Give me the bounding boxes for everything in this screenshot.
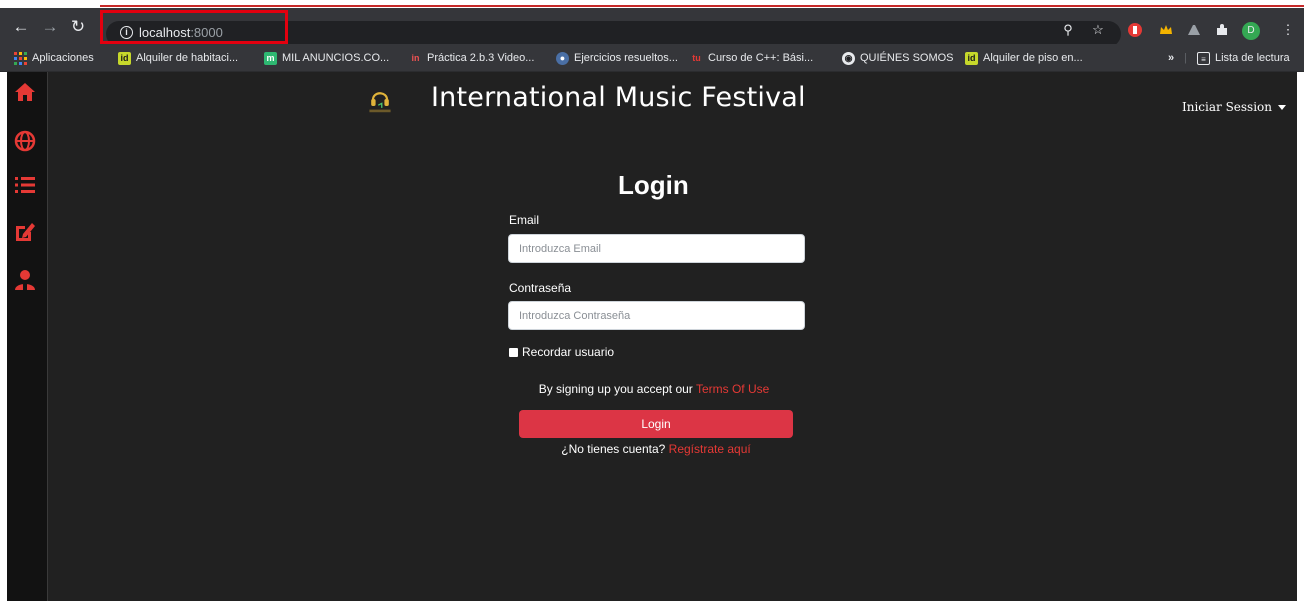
festival-logo[interactable] xyxy=(365,84,395,114)
bookmark-label: Alquiler de piso en... xyxy=(983,52,1083,64)
bookmark-item[interactable]: m MIL ANUNCIOS.CO... xyxy=(264,50,389,66)
bookmark-item[interactable]: ● Ejercicios resueltos... xyxy=(556,50,678,66)
idealista-icon: id xyxy=(965,51,978,65)
email-field[interactable] xyxy=(508,234,805,263)
bookmark-label: Aplicaciones xyxy=(32,52,94,64)
crown-extension-icon[interactable] xyxy=(1158,22,1174,38)
forward-arrow-icon[interactable]: → xyxy=(39,16,61,38)
tutorial-icon: tu xyxy=(692,52,701,63)
udemy-icon: in xyxy=(411,52,420,63)
url-highlight-box xyxy=(100,10,288,44)
bookmarks-overflow-button[interactable]: » xyxy=(1168,50,1174,66)
reading-list-button[interactable]: ≡ Lista de lectura xyxy=(1197,50,1290,66)
terms-link[interactable]: Terms Of Use xyxy=(696,382,769,396)
bookmark-label: Curso de C++: Bási... xyxy=(708,52,814,64)
login-heading: Login xyxy=(618,170,689,200)
home-icon[interactable] xyxy=(13,80,37,104)
bookmark-label: QUIÉNES SOMOS xyxy=(860,52,954,64)
register-link[interactable]: Regístrate aquí xyxy=(669,442,751,456)
window-left-edge xyxy=(0,72,7,601)
bookmark-label: Alquiler de habitaci... xyxy=(136,52,239,64)
reload-icon[interactable]: ↻ xyxy=(67,16,89,38)
app-viewport: International Music Festival Iniciar Ses… xyxy=(0,72,1304,601)
register-prefix: ¿No tienes cuenta? xyxy=(561,442,666,456)
vpn-extension-icon[interactable] xyxy=(1186,22,1202,38)
caret-down-icon xyxy=(1278,104,1286,110)
idealista-icon: id xyxy=(118,51,131,65)
back-arrow-icon[interactable]: ← xyxy=(10,16,32,38)
globe-icon[interactable] xyxy=(13,129,37,153)
bookmark-label: MIL ANUNCIOS.CO... xyxy=(282,52,390,64)
browser-toolbar: ← → ↻ i localhost:8000 ⚲ ☆ D ⋮ xyxy=(0,8,1304,47)
window-right-edge xyxy=(1297,72,1304,601)
extensions-puzzle-icon[interactable] xyxy=(1214,22,1230,38)
password-label: Contraseña xyxy=(509,281,572,295)
login-dropdown[interactable]: Iniciar Session xyxy=(1182,100,1286,114)
globe-dark-icon: ◉ xyxy=(842,51,855,65)
login-dropdown-label: Iniciar Session xyxy=(1182,100,1272,114)
sidebar-nav xyxy=(7,72,48,601)
reading-list-label: Lista de lectura xyxy=(1215,52,1290,64)
bookmark-item[interactable]: id Alquiler de piso en... xyxy=(965,50,1083,66)
email-label: Email xyxy=(509,213,540,227)
milanuncios-icon: m xyxy=(264,51,277,65)
password-field[interactable] xyxy=(508,301,805,330)
login-button[interactable]: Login xyxy=(519,410,793,438)
adblock-extension-icon[interactable] xyxy=(1127,22,1143,38)
reading-list-icon: ≡ xyxy=(1197,51,1210,65)
terms-prefix: By signing up you accept our xyxy=(538,382,693,396)
zoom-icon[interactable]: ⚲ xyxy=(1060,22,1076,38)
site-title: International Music Festival xyxy=(431,82,806,113)
list-icon[interactable] xyxy=(13,173,37,197)
bookmark-star-icon[interactable]: ☆ xyxy=(1090,22,1106,38)
bookmark-apps[interactable]: Aplicaciones xyxy=(14,50,94,66)
apps-grid-icon xyxy=(14,51,27,65)
bookmark-item[interactable]: id Alquiler de habitaci... xyxy=(118,50,238,66)
bookmark-item[interactable]: tu Curso de C++: Bási... xyxy=(690,50,813,66)
bookmark-label: Práctica 2.b.3 Video... xyxy=(427,52,535,64)
remember-row[interactable]: Recordar usuario xyxy=(509,345,614,359)
kebab-menu-icon[interactable]: ⋮ xyxy=(1280,22,1296,38)
profile-avatar[interactable]: D xyxy=(1242,22,1260,40)
bookmark-label: Ejercicios resueltos... xyxy=(574,52,678,64)
chat-bubble-icon: ● xyxy=(556,51,569,65)
edit-icon[interactable] xyxy=(13,220,37,244)
remember-checkbox[interactable] xyxy=(509,347,518,357)
remember-label: Recordar usuario xyxy=(522,345,615,359)
register-text: ¿No tienes cuenta? Regístrate aquí xyxy=(0,442,1304,456)
window-top-edge xyxy=(0,0,1304,8)
bookmark-item[interactable]: ◉ QUIÉNES SOMOS xyxy=(842,50,954,66)
bookmarks-divider: | xyxy=(1184,52,1187,64)
user-icon[interactable] xyxy=(13,268,37,292)
bookmarks-bar: Aplicaciones id Alquiler de habitaci... … xyxy=(0,44,1304,72)
terms-text: By signing up you accept our Terms Of Us… xyxy=(0,382,1304,396)
bookmark-item[interactable]: in Práctica 2.b.3 Video... xyxy=(409,50,535,66)
